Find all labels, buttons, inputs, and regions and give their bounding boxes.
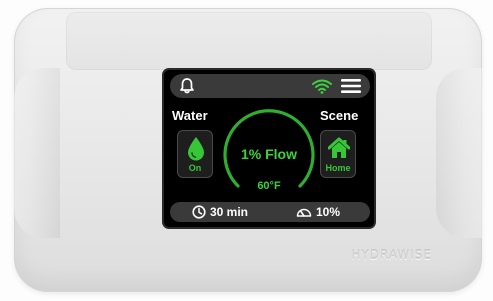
timer-display[interactable]: 30 min [192,204,248,220]
flow-readout: 1% Flow [240,146,297,162]
housing-right-side [436,68,482,238]
temperature-readout: 60°F [257,180,281,192]
top-status-bar [170,74,370,98]
scene-button[interactable]: Home [320,130,356,178]
water-toggle-button[interactable]: On [177,130,213,178]
hamburger-menu-icon[interactable] [340,77,362,95]
wifi-icon [312,79,332,94]
gauge-icon [296,208,312,217]
scene-label: Scene [320,108,359,123]
housing-top-bezel [66,12,432,70]
timer-value: 30 min [210,205,249,219]
device-photo: HYDRAWISE Water Scene On Home 1% Flow 60… [0,0,493,301]
brand-embossing: HYDRAWISE [351,248,432,262]
water-status: On [188,163,202,173]
water-drop-icon [188,137,204,161]
clock-icon [192,205,206,219]
scene-value: Home [325,163,351,173]
touch-screen: Water Scene On Home 1% Flow 60°F 30 min … [164,70,374,227]
housing-left-side [14,68,60,238]
home-icon [328,137,350,158]
level-value: 10% [316,205,341,219]
level-display[interactable]: 10% [296,204,340,220]
bell-icon[interactable] [178,77,196,95]
water-label: Water [172,108,208,123]
bottom-status-bar: 30 min 10% [170,202,370,222]
